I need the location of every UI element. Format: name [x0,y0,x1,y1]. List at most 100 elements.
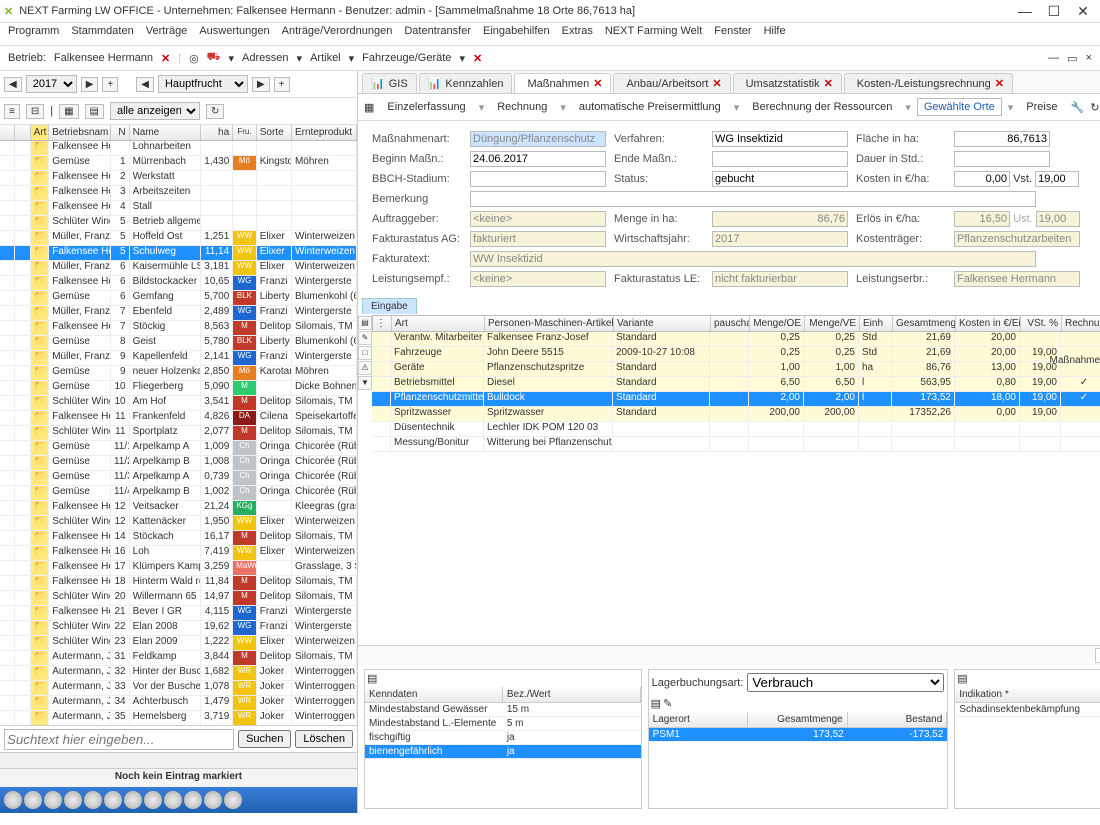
tool-icon[interactable] [24,791,42,809]
list-icon[interactable]: ▤ [367,672,377,685]
menu-item[interactable]: Auswertungen [199,25,269,43]
close-icon[interactable]: ✕ [712,77,721,90]
field-row[interactable]: 📁Gemüse11/4Arpelkamp B1,002ChOringaChico… [0,486,357,501]
flaeche-field[interactable] [954,131,1050,147]
field-row[interactable]: 📁Falkensee Her11Frankenfeld4,826DACilena… [0,411,357,426]
field-row[interactable]: 📁Falkensee Her4Stall [0,201,357,216]
dauer-field[interactable] [954,151,1050,167]
menu-item[interactable]: NEXT Farming Welt [605,25,702,43]
lager-row[interactable]: PSM1173,52-173,52 [649,728,948,742]
menu-item[interactable]: Eingabehilfen [483,25,550,43]
tool-icon[interactable] [64,791,82,809]
kenn-row[interactable]: Mindestabstand Gewässer15 m [365,703,641,717]
field-row[interactable]: 📁Schlüter Wind22Elan 200819,62WGFranziWi… [0,621,357,636]
field-row[interactable]: 📁Gemüse8Geist5,780BLKLibertyBlumenkohl (… [0,336,357,351]
subtool-3[interactable]: Berechnung der Ressourcen [745,98,899,116]
field-row[interactable]: 📁Müller, Franz9Kapellenfeld2,141WGFranzi… [0,351,357,366]
hauptfrucht-select[interactable]: Hauptfrucht [158,75,248,93]
menu-item[interactable]: Extras [562,25,593,43]
tab-kosten-/leistungsrechnung[interactable]: Kosten-/Leistungsrechnung ✕ [844,73,1013,93]
maximize-icon[interactable]: ☐ [1041,3,1067,20]
status-field[interactable] [712,171,848,187]
kenn-row[interactable]: bienengefährlichja [365,745,641,759]
car-icon[interactable]: ⛟ [207,51,221,65]
eingabe-row[interactable]: FahrzeugeJohn Deere 55152009-10-27 10:08… [372,347,1100,362]
bemerkung-field[interactable] [470,191,1036,207]
dash-icon[interactable]: — [1048,52,1059,64]
tool-icon[interactable] [184,791,202,809]
list-icon[interactable]: ≡ [4,104,20,119]
tool-icon[interactable] [144,791,162,809]
artikel-menu[interactable]: Artikel [310,52,341,64]
menu-item[interactable]: Programm [8,25,59,43]
betrieb-value[interactable]: Falkensee Hermann [54,52,153,64]
filter-select[interactable]: alle anzeigen [110,102,200,120]
field-row[interactable]: 📁Schlüter Wind10Am Hof3,541MDelitopSilom… [0,396,357,411]
adressen-menu[interactable]: Adressen [242,52,288,64]
tool-icon[interactable] [104,791,122,809]
field-row[interactable]: 📁Gemüse6Gemfang5,700BLKLibertyBlumenkohl… [0,291,357,306]
add2-button[interactable]: + [274,77,290,92]
bbch-field[interactable] [470,171,606,187]
eingabe-row[interactable]: SpritzwasserSpritzwasserStandard200,0020… [372,407,1100,422]
close-icon[interactable]: ✕ [1070,3,1096,20]
field-row[interactable]: 📁Falkensee HerLohnarbeiten [0,141,357,156]
eingabe-row[interactable]: PflanzenschutzmittelBulldockStandard2,00… [372,392,1100,407]
menu-item[interactable]: Verträge [146,25,188,43]
next-button[interactable]: ▶ [252,77,270,92]
menu-item[interactable]: Datentransfer [404,25,471,43]
field-row[interactable]: 📁Autermann, Jo34Achterbusch1,479WRJokerW… [0,696,357,711]
field-row[interactable]: 📁Falkensee Her14Stöckach16,17MDelitopSil… [0,531,357,546]
field-row[interactable]: 📁Gemüse11/3Arpelkamp A0,739ChOringaChico… [0,471,357,486]
expand-icon[interactable]: ▦ [59,104,78,119]
list-icon[interactable]: ▤ [651,697,661,710]
tab-umsatzstatistik[interactable]: Umsatzstatistik ✕ [733,73,842,93]
field-row[interactable]: 📁Autermann, Jo31Feldkamp3,844MDelitopSil… [0,651,357,666]
field-row[interactable]: 📁Falkensee Her5Schulweg11,14WWElixerWint… [0,246,357,261]
subtool-4[interactable]: Gewählte Orte [917,98,1002,116]
verfahren-field[interactable] [712,131,848,147]
list-icon[interactable]: ▤ [957,672,967,685]
clear-button[interactable]: Löschen [295,730,353,748]
beginn-field[interactable] [470,151,606,167]
field-row[interactable]: 📁Falkensee Her7Stöckig8,563MDelitopSilom… [0,321,357,336]
tool-icon[interactable] [224,791,242,809]
field-row[interactable]: 📁Falkensee Her12Veitsacker21,24KGgKleegr… [0,501,357,516]
field-row[interactable]: 📁Gemüse11/1Arpelkamp A1,009ChOringaChico… [0,441,357,456]
field-row[interactable]: 📁Gemüse11/2Arpelkamp B1,008ChOringaChico… [0,456,357,471]
edit-icon[interactable]: ✎ [663,697,672,710]
subtool-2[interactable]: automatische Preisermittlung [572,98,728,116]
field-row[interactable]: 📁Schlüter Wind5Betrieb allgemein [0,216,357,231]
field-row[interactable]: 📁Autermann, Jo33Vor der Busche1,078WRJok… [0,681,357,696]
collapse-icon[interactable]: ▤ [85,104,104,119]
search-input[interactable] [4,729,234,750]
field-row[interactable]: 📁Müller, Franz6Kaisermühle LS3,181WWElix… [0,261,357,276]
field-row[interactable]: 📁Schlüter Wind23Elan 20091,222WWElixerWi… [0,636,357,651]
tree-icon[interactable]: ⊟ [26,104,44,119]
tool-icon[interactable] [164,791,182,809]
tool-icon[interactable] [44,791,62,809]
tool-icon[interactable] [4,791,22,809]
field-row[interactable]: 📁Falkensee Her17Klümpers Kamp3,259MaWeGr… [0,561,357,576]
menu-item[interactable]: Fenster [714,25,751,43]
ende-field[interactable] [712,151,848,167]
field-row[interactable]: 📁Falkensee Her16Loh7,419WWElixerWinterwe… [0,546,357,561]
search-button[interactable]: Suchen [238,730,291,748]
tab-eingabe[interactable]: Eingabe [362,298,417,314]
close-icon[interactable]: ✕ [473,52,482,65]
add-button[interactable]: + [102,77,118,92]
field-row[interactable]: 📁Falkensee Her3Arbeitszeiten [0,186,357,201]
year-prev-button[interactable]: ◀ [4,77,22,92]
row-icon[interactable]: ⚠ [358,361,372,375]
close-icon[interactable]: ✕ [161,52,170,65]
grid-icon[interactable]: ▦ [364,101,374,114]
field-grid[interactable]: 📁Falkensee HerLohnarbeiten📁Gemüse1Mürren… [0,141,357,725]
field-row[interactable]: 📁Falkensee Her2Werkstatt [0,171,357,186]
field-row[interactable]: 📁Gemüse9neuer Holzenkamp2,850MöKarotanMö… [0,366,357,381]
subtool-5[interactable]: Preise [1019,98,1064,116]
eingabe-row[interactable]: Verantw. MitarbeiterFalkensee Franz-Jose… [372,332,1100,347]
tab-gis[interactable]: 📊 GIS [362,73,417,93]
kenn-row[interactable]: fischgiftigja [365,731,641,745]
tab-anbau/arbeitsort[interactable]: Anbau/Arbeitsort ✕ [613,73,730,93]
tab-maßnahmen[interactable]: Maßnahmen ✕ [514,73,611,93]
